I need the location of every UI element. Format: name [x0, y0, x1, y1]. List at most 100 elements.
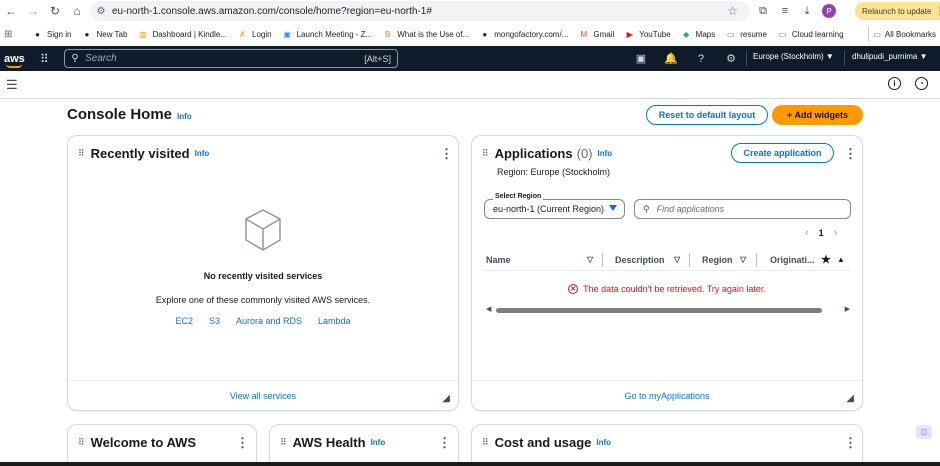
feedback-widget-icon[interactable]: ◫ [916, 425, 932, 439]
bookmark-item[interactable]: ◆ Maps [681, 29, 715, 40]
next-page-icon[interactable]: › [834, 227, 838, 239]
bookmark-item[interactable]: B What is the Use of... [382, 29, 469, 40]
column-header-description[interactable]: Description [615, 255, 665, 265]
apps-grid-icon[interactable]: ⊞ [4, 29, 20, 40]
bookmark-item[interactable]: ● New Tab [81, 29, 128, 40]
forward-arrow-icon[interactable]: → [22, 0, 44, 22]
info-link[interactable]: Info [371, 438, 386, 447]
go-to-myapplications-link[interactable]: Go to myApplications [624, 391, 709, 401]
page-title: Console Home Info [67, 106, 192, 123]
account-menu[interactable]: dhulipudi_purnima ▼ [852, 52, 928, 61]
bookmark-item[interactable]: M Gmail [578, 29, 615, 40]
resize-handle-icon[interactable]: ◢ [442, 393, 450, 404]
home-icon[interactable]: ⌂ [66, 0, 88, 22]
service-link-s3[interactable]: S3 [209, 316, 220, 326]
column-header-region[interactable]: Region [702, 255, 733, 265]
scrollbar-thumb[interactable] [496, 308, 822, 313]
bookmark-item[interactable]: ● mongofactory.com/... [479, 29, 568, 40]
bookmark-item[interactable]: ▭ Cloud learning [777, 29, 844, 40]
services-grid-icon[interactable]: ⠿ [40, 52, 54, 66]
aws-logo-text: aws [4, 52, 25, 65]
reload-icon[interactable]: ↻ [44, 0, 66, 22]
info-panel-icon[interactable]: i [888, 77, 901, 90]
column-header-origination[interactable]: Originati... [770, 255, 815, 265]
profile-avatar[interactable]: P [818, 0, 840, 22]
info-link[interactable]: Info [177, 112, 192, 121]
widget-actions-kebab-icon[interactable]: ⋮ [438, 435, 451, 451]
notifications-panel-icon[interactable]: ◔ [915, 77, 928, 90]
folder-icon: ▭ [726, 29, 735, 39]
cloudshell-icon[interactable]: ▣ [626, 52, 656, 65]
bookmark-star-icon[interactable]: ☆ [727, 4, 738, 18]
bookmark-item[interactable]: ▭ resume [725, 29, 767, 40]
drag-handle-icon[interactable]: ⠿ [482, 148, 489, 159]
tab-search-icon[interactable]: ≡ [774, 0, 796, 22]
find-applications-field[interactable]: ⚲ [634, 199, 851, 219]
bookmark-item[interactable]: ● Sign in [32, 29, 71, 40]
sort-ascending-icon[interactable]: ▲ [837, 255, 845, 264]
drag-handle-icon[interactable]: ⠿ [280, 437, 287, 448]
info-link[interactable]: Info [195, 149, 210, 158]
back-arrow-icon[interactable]: ← [0, 0, 22, 22]
aws-search-input[interactable]: ⚲ Search [Alt+S] [64, 49, 398, 68]
bookmark-item[interactable]: ▥ Dashboard | Kindle... [137, 29, 227, 40]
scroll-left-icon[interactable]: ◀ [486, 305, 491, 313]
service-link-lambda[interactable]: Lambda [318, 316, 351, 326]
service-link-ec2[interactable]: EC2 [175, 316, 193, 326]
sort-icon[interactable]: ▽ [740, 255, 746, 264]
address-bar[interactable]: ⚙ eu-north-1.console.aws.amazon.com/cons… [90, 1, 750, 21]
column-resizer[interactable] [756, 253, 757, 267]
favorite-star-icon[interactable]: ★ [821, 253, 831, 266]
cube-empty-state-icon [245, 209, 281, 251]
sort-icon[interactable]: ▽ [587, 255, 593, 264]
settings-gear-icon[interactable]: ⚙ [716, 52, 746, 65]
bookmark-item[interactable]: ▶ YouTube [624, 29, 671, 40]
current-page-number[interactable]: 1 [819, 228, 824, 238]
region-selector[interactable]: Europe (Stockholm) ▼ [753, 52, 834, 61]
aws-logo[interactable]: aws [4, 52, 30, 68]
info-link[interactable]: Info [598, 149, 613, 158]
sort-icon[interactable]: ▽ [674, 255, 680, 264]
widget-actions-kebab-icon[interactable]: ⋮ [236, 435, 249, 451]
previous-page-icon[interactable]: ‹ [805, 227, 809, 239]
horizontal-scrollbar[interactable]: ◀ ▶ [486, 306, 850, 314]
all-bookmarks-button[interactable]: ▭ All Bookmarks [873, 30, 936, 39]
drag-handle-icon[interactable]: ⠿ [482, 437, 489, 448]
info-link[interactable]: Info [596, 438, 611, 447]
column-resizer[interactable] [689, 253, 690, 267]
chart-icon: ▥ [139, 29, 147, 39]
scroll-right-icon[interactable]: ▶ [845, 305, 850, 313]
console-subbar: ☰ i ◔ [0, 71, 940, 99]
select-region-dropdown[interactable]: eu-north-1 (Current Region) [484, 199, 625, 219]
widget-actions-kebab-icon[interactable]: ⋮ [844, 435, 857, 451]
site-settings-icon[interactable]: ⚙ [90, 6, 112, 17]
view-all-services-link[interactable]: View all services [230, 391, 296, 401]
address-url[interactable]: eu-north-1.console.aws.amazon.com/consol… [112, 6, 432, 17]
widget-actions-kebab-icon[interactable]: ⋮ [440, 146, 453, 162]
widget-actions-kebab-icon[interactable]: ⋮ [844, 146, 857, 162]
download-icon[interactable]: ⤓ [796, 0, 818, 22]
extensions-icon[interactable]: ⧉ [752, 0, 774, 22]
bookmark-item[interactable]: ✗ Login [237, 29, 271, 40]
drag-handle-icon[interactable]: ⠿ [78, 148, 85, 159]
service-link-aurora-rds[interactable]: Aurora and RDS [236, 316, 302, 326]
column-header-name[interactable]: Name [486, 255, 511, 265]
column-resizer[interactable] [602, 253, 603, 267]
drag-handle-icon[interactable]: ⠿ [78, 437, 85, 448]
side-nav-menu-icon[interactable]: ☰ [6, 77, 18, 93]
relaunch-button[interactable]: Relaunch to update ⋮ [855, 2, 940, 20]
find-applications-input[interactable] [656, 204, 837, 214]
create-application-button[interactable]: Create application [731, 143, 834, 163]
reset-layout-button[interactable]: Reset to default layout [646, 105, 768, 125]
region-line: Region: Europe (Stockholm) [497, 167, 611, 177]
applications-table-header: Name ▽ Description ▽ Region ▽ Originati.… [484, 249, 850, 271]
blogger-icon: B [385, 29, 391, 39]
browser-menu-icon[interactable]: ⋮ [935, 6, 940, 17]
bookmark-item[interactable]: ▣ Launch Meeting - Z... [282, 29, 372, 40]
empty-state-description: Explore one of these commonly visited AW… [155, 295, 371, 305]
help-icon[interactable]: ? [686, 53, 716, 65]
resize-handle-icon[interactable]: ◢ [846, 393, 854, 404]
notifications-bell-icon[interactable]: 🔔 [656, 52, 686, 65]
widget-footer: Go to myApplications [472, 380, 862, 410]
add-widgets-button[interactable]: + Add widgets [772, 105, 863, 125]
